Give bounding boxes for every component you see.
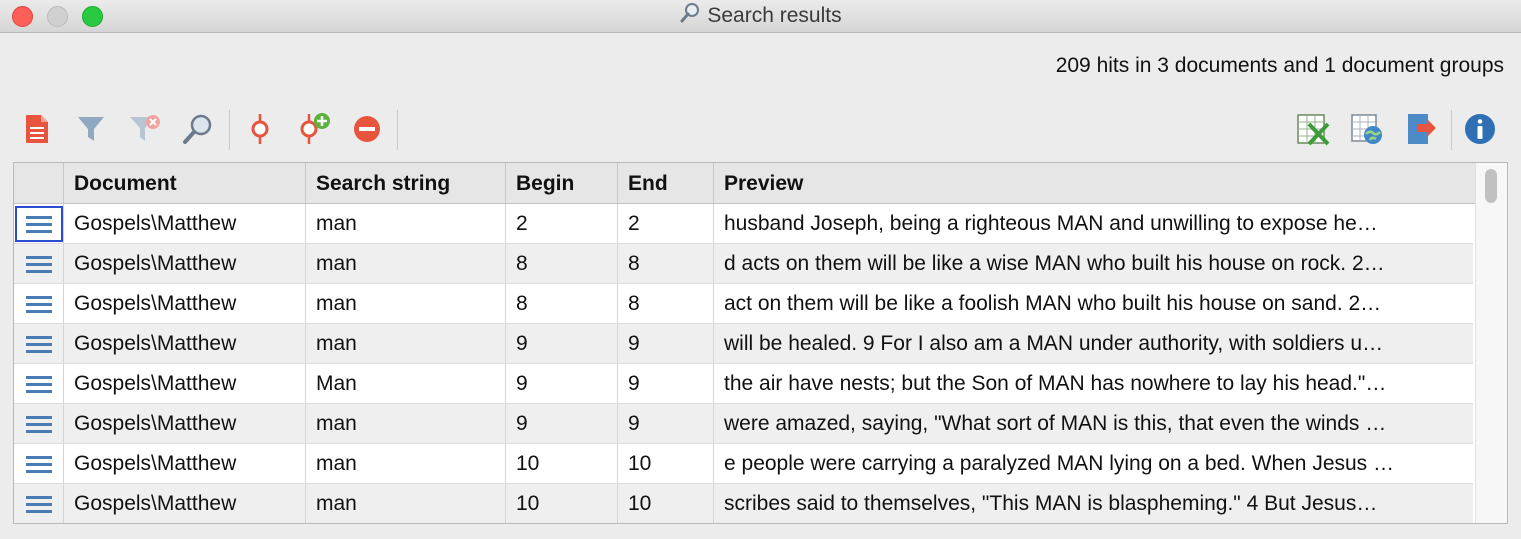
hits-summary: 209 hits in 3 documents and 1 document g… bbox=[1055, 54, 1504, 77]
search-string-cell: man bbox=[306, 324, 506, 364]
preview-cell: act on them will be like a foolish MAN w… bbox=[724, 292, 1382, 315]
column-header-document[interactable]: Document bbox=[64, 163, 306, 203]
list-icon[interactable] bbox=[17, 408, 61, 440]
begin-cell: 9 bbox=[506, 364, 618, 404]
table-row[interactable]: Gospels\Matthew man 9 9 were amazed, saying,… bbox=[14, 404, 1473, 444]
column-header-end[interactable]: End bbox=[618, 163, 714, 203]
table-row[interactable]: Gospels\Matthew man 10 10 scribes said to t… bbox=[14, 484, 1473, 523]
search-string-cell: man bbox=[306, 444, 506, 484]
end-cell: 10 bbox=[618, 444, 714, 484]
list-icon[interactable] bbox=[17, 248, 61, 280]
search-results-window: Search results 209 hits in 3 documents a… bbox=[0, 0, 1521, 539]
add-code-icon[interactable] bbox=[298, 112, 332, 146]
table-row[interactable]: Gospels\Matthew man 8 8 act on them will be … bbox=[14, 284, 1473, 324]
html-export-icon[interactable] bbox=[1350, 112, 1384, 146]
toolbar bbox=[0, 104, 1521, 154]
preview-cell: e people were carrying a paralyzed MAN l… bbox=[724, 452, 1395, 475]
preview-cell: were amazed, saying, "What sort of MAN i… bbox=[724, 412, 1387, 435]
table-header: Document Search string Begin End Preview bbox=[14, 163, 1476, 204]
document-cell: Gospels\Matthew bbox=[64, 244, 306, 284]
row-handle[interactable] bbox=[14, 244, 64, 284]
row-handle[interactable] bbox=[14, 364, 64, 404]
column-header-begin[interactable]: Begin bbox=[506, 163, 618, 203]
row-handle[interactable] bbox=[14, 284, 64, 324]
document-cell: Gospels\Matthew bbox=[64, 404, 306, 444]
row-handle[interactable] bbox=[14, 204, 64, 244]
search-results-table[interactable]: Document Search string Begin End Preview… bbox=[13, 162, 1508, 524]
search-icon[interactable] bbox=[181, 112, 215, 146]
document-cell: Gospels\Matthew bbox=[64, 204, 306, 244]
begin-cell: 9 bbox=[506, 404, 618, 444]
vertical-scrollbar[interactable] bbox=[1475, 163, 1507, 523]
info-icon[interactable] bbox=[1463, 112, 1497, 146]
table-row[interactable]: Gospels\Matthew man 2 2 husband Joseph, bei… bbox=[14, 204, 1473, 244]
end-cell: 8 bbox=[618, 244, 714, 284]
preview-cell: d acts on them will be like a wise MAN w… bbox=[724, 252, 1385, 275]
search-string-cell: man bbox=[306, 484, 506, 523]
end-cell: 10 bbox=[618, 484, 714, 523]
search-string-cell: man bbox=[306, 284, 506, 324]
row-handle[interactable] bbox=[14, 404, 64, 444]
begin-cell: 8 bbox=[506, 284, 618, 324]
begin-cell: 9 bbox=[506, 324, 618, 364]
table-row[interactable]: Gospels\Matthew Man 9 9 the air have nests; … bbox=[14, 364, 1473, 404]
document-list-icon[interactable] bbox=[20, 112, 54, 146]
end-cell: 9 bbox=[618, 404, 714, 444]
list-icon[interactable] bbox=[17, 288, 61, 320]
list-icon[interactable] bbox=[17, 368, 61, 400]
end-cell: 8 bbox=[618, 284, 714, 324]
document-cell: Gospels\Matthew bbox=[64, 324, 306, 364]
begin-cell: 10 bbox=[506, 444, 618, 484]
end-cell: 9 bbox=[618, 364, 714, 404]
magnifier-icon bbox=[679, 2, 701, 30]
document-cell: Gospels\Matthew bbox=[64, 484, 306, 523]
begin-cell: 10 bbox=[506, 484, 618, 523]
column-header-search-string[interactable]: Search string bbox=[306, 163, 506, 203]
table-row[interactable]: Gospels\Matthew man 8 8 d acts on them will … bbox=[14, 244, 1473, 284]
scrollbar-thumb[interactable] bbox=[1485, 169, 1497, 203]
table-row[interactable]: Gospels\Matthew man 10 10 e people were carr… bbox=[14, 444, 1473, 484]
export-icon[interactable] bbox=[1404, 112, 1438, 146]
end-cell: 2 bbox=[618, 204, 714, 244]
code-icon[interactable] bbox=[243, 112, 277, 146]
table-row[interactable]: Gospels\Matthew man 9 9 will be healed. 9 F… bbox=[14, 324, 1473, 364]
list-icon[interactable] bbox=[17, 488, 61, 520]
preview-cell: husband Joseph, being a righteous MAN an… bbox=[724, 212, 1378, 235]
search-string-cell: man bbox=[306, 204, 506, 244]
window-title: Search results bbox=[707, 4, 842, 27]
title-bar: Search results bbox=[0, 0, 1521, 33]
search-string-cell: man bbox=[306, 244, 506, 284]
begin-cell: 8 bbox=[506, 244, 618, 284]
row-handle[interactable] bbox=[14, 324, 64, 364]
list-icon[interactable] bbox=[17, 328, 61, 360]
column-header-icon[interactable] bbox=[14, 163, 64, 203]
row-handle[interactable] bbox=[14, 484, 64, 523]
remove-filter-icon[interactable] bbox=[128, 112, 162, 146]
excel-export-icon[interactable] bbox=[1296, 112, 1330, 146]
begin-cell: 2 bbox=[506, 204, 618, 244]
remove-icon[interactable] bbox=[350, 112, 384, 146]
column-header-preview[interactable]: Preview bbox=[714, 163, 1476, 203]
row-handle[interactable] bbox=[14, 444, 64, 484]
preview-cell: scribes said to themselves, "This MAN is… bbox=[724, 492, 1378, 515]
search-string-cell: man bbox=[306, 404, 506, 444]
list-icon[interactable] bbox=[14, 206, 63, 242]
end-cell: 9 bbox=[618, 324, 714, 364]
filter-icon[interactable] bbox=[74, 112, 108, 146]
preview-cell: the air have nests; but the Son of MAN h… bbox=[724, 372, 1387, 395]
document-cell: Gospels\Matthew bbox=[64, 444, 306, 484]
search-string-cell: Man bbox=[306, 364, 506, 404]
document-cell: Gospels\Matthew bbox=[64, 284, 306, 324]
preview-cell: will be healed. 9 For I also am a MAN un… bbox=[724, 332, 1384, 355]
list-icon[interactable] bbox=[17, 448, 61, 480]
document-cell: Gospels\Matthew bbox=[64, 364, 306, 404]
